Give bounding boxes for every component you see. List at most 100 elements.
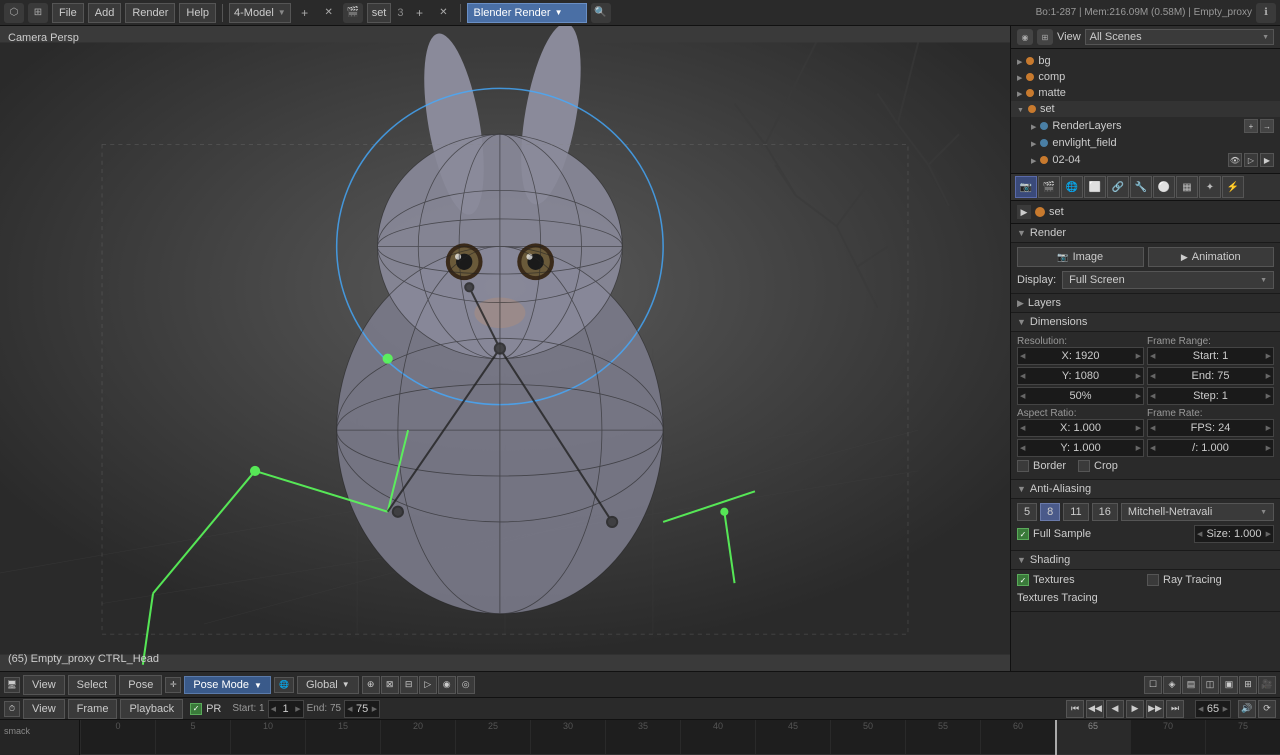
menu-file[interactable]: File: [52, 3, 84, 23]
pose-menu[interactable]: Pose: [119, 675, 162, 695]
play-last[interactable]: ⏭: [1166, 700, 1184, 718]
fps-ratio-field[interactable]: /: 1.000: [1147, 439, 1274, 457]
scene-arrow[interactable]: ▶: [1017, 205, 1031, 219]
render-icon[interactable]: 🔍: [591, 3, 611, 23]
fps-field[interactable]: FPS: 24: [1147, 419, 1274, 437]
layers-section-header[interactable]: ▶ Layers: [1011, 294, 1280, 313]
prop-texture-icon[interactable]: ▦: [1176, 176, 1198, 198]
view-menu[interactable]: View: [23, 675, 65, 695]
play-back[interactable]: ◀: [1106, 700, 1124, 718]
start-num[interactable]: 1: [268, 700, 304, 718]
0204-render[interactable]: ▶: [1260, 153, 1274, 167]
border-checkbox[interactable]: [1017, 460, 1029, 472]
overlay-btn6[interactable]: ⊞: [1239, 676, 1257, 694]
transform-icon[interactable]: ✛: [165, 677, 181, 693]
info-icon[interactable]: ℹ: [1256, 3, 1276, 23]
prop-physics-icon[interactable]: ⚡: [1222, 176, 1244, 198]
scene-view-icon[interactable]: ◉: [1017, 29, 1033, 45]
timeline-playback-menu[interactable]: Playback: [120, 699, 183, 719]
scenes-dropdown[interactable]: All Scenes ▼: [1085, 29, 1274, 45]
snap-btn2[interactable]: ⊠: [381, 676, 399, 694]
aa-8[interactable]: 8: [1040, 503, 1060, 521]
snap-btn4[interactable]: ▷: [419, 676, 437, 694]
animation-btn[interactable]: ▶ Animation: [1148, 247, 1275, 267]
scene-item-matte[interactable]: matte: [1011, 85, 1280, 101]
aa-5[interactable]: 5: [1017, 503, 1037, 521]
snap-btn6[interactable]: ◎: [457, 676, 475, 694]
render-section-header[interactable]: ▼ Render: [1011, 224, 1280, 243]
menu-help[interactable]: Help: [179, 3, 216, 23]
pose-mode-select[interactable]: Pose Mode ▼: [184, 676, 271, 694]
blender-logo[interactable]: ⬡: [4, 3, 24, 23]
aa-filter-select[interactable]: Mitchell-Netravali: [1121, 503, 1274, 521]
image-btn[interactable]: 📷 Image: [1017, 247, 1144, 267]
orientation-select[interactable]: Global ▼: [297, 676, 359, 694]
prop-scene-icon[interactable]: 🎬: [1038, 176, 1060, 198]
renderlayers-btn1[interactable]: +: [1244, 119, 1258, 133]
play-next[interactable]: ▶▶: [1146, 700, 1164, 718]
scene-icon[interactable]: 🎬: [343, 3, 363, 23]
add-scene[interactable]: +: [410, 3, 430, 23]
aspect-y-field[interactable]: Y: 1.000: [1017, 439, 1144, 457]
pr-checkbox[interactable]: [190, 703, 202, 715]
remove-screen[interactable]: ✕: [319, 3, 339, 23]
size-field[interactable]: Size: 1.000: [1194, 525, 1274, 543]
aa-section-header[interactable]: ▼ Anti-Aliasing: [1011, 480, 1280, 499]
res-pct-field[interactable]: 50%: [1017, 387, 1144, 405]
viewport[interactable]: Camera Persp (65) Empty_proxy CTRL_Head: [0, 26, 1010, 671]
snap-btn5[interactable]: ◉: [438, 676, 456, 694]
scene-item-envlight[interactable]: envlight_field: [1011, 135, 1280, 151]
prop-object-icon[interactable]: ⬜: [1084, 176, 1106, 198]
menu-render[interactable]: Render: [125, 3, 175, 23]
0204-eye[interactable]: 👁: [1228, 153, 1242, 167]
remove-scene[interactable]: ✕: [434, 3, 454, 23]
display-select[interactable]: Full Screen: [1062, 271, 1274, 289]
end-num[interactable]: 75: [344, 700, 380, 718]
scene-item-0204[interactable]: 02-04 👁 ▷ ▶: [1011, 151, 1280, 169]
current-frame[interactable]: 65: [1195, 700, 1231, 718]
step-field[interactable]: Step: 1: [1147, 387, 1274, 405]
res-x-field[interactable]: X: 1920: [1017, 347, 1144, 365]
res-y-field[interactable]: Y: 1080: [1017, 367, 1144, 385]
prop-render-icon[interactable]: 📷: [1015, 176, 1037, 198]
play-first[interactable]: ⏮: [1066, 700, 1084, 718]
timeline-type-icon[interactable]: ⏱: [4, 701, 20, 717]
prop-particles-icon[interactable]: ✦: [1199, 176, 1221, 198]
audio-btn[interactable]: 🔊: [1238, 700, 1256, 718]
aspect-x-field[interactable]: X: 1.000: [1017, 419, 1144, 437]
overlay-btn2[interactable]: ◈: [1163, 676, 1181, 694]
add-screen[interactable]: +: [295, 3, 315, 23]
aa-11[interactable]: 11: [1063, 503, 1088, 521]
renderlayers-btn2[interactable]: →: [1260, 119, 1274, 133]
prop-world-icon[interactable]: 🌐: [1061, 176, 1083, 198]
textures-checkbox[interactable]: [1017, 574, 1029, 586]
play-prev[interactable]: ◀◀: [1086, 700, 1104, 718]
scene-item-bg[interactable]: bg: [1011, 53, 1280, 69]
scene-name[interactable]: set: [367, 3, 392, 23]
snap-btn3[interactable]: ⊟: [400, 676, 418, 694]
overlay-btn4[interactable]: ◫: [1201, 676, 1219, 694]
select-menu[interactable]: Select: [68, 675, 117, 695]
crop-checkbox[interactable]: [1078, 460, 1090, 472]
dimensions-section-header[interactable]: ▼ Dimensions: [1011, 313, 1280, 332]
timeline-ruler-area[interactable]: 0 5 10 15 20 25 30 35 40 45 50 55 60 65 …: [80, 720, 1280, 755]
screen-selector[interactable]: 4-Model ▼: [229, 3, 291, 23]
scene-item-renderlayers[interactable]: RenderLayers + →: [1011, 117, 1280, 135]
timeline-view-menu[interactable]: View: [23, 699, 65, 719]
render-engine-select[interactable]: Blender Render ▼: [467, 3, 587, 23]
menu-add[interactable]: Add: [88, 3, 122, 23]
sync-btn[interactable]: ⟳: [1258, 700, 1276, 718]
full-sample-checkbox[interactable]: [1017, 528, 1029, 540]
prop-constraint-icon[interactable]: 🔗: [1107, 176, 1129, 198]
global-icon[interactable]: 🌐: [274, 677, 294, 693]
prop-material-icon[interactable]: ⚪: [1153, 176, 1175, 198]
snap-btn1[interactable]: ⊕: [362, 676, 380, 694]
0204-select[interactable]: ▷: [1244, 153, 1258, 167]
overlay-btn7[interactable]: 🎥: [1258, 676, 1276, 694]
scene-expand-icon[interactable]: ⊞: [1037, 29, 1053, 45]
aa-16[interactable]: 16: [1092, 503, 1118, 521]
shading-section-header[interactable]: ▼ Shading: [1011, 551, 1280, 570]
play-fwd[interactable]: ▶: [1126, 700, 1144, 718]
scene-item-set[interactable]: set: [1011, 101, 1280, 117]
start-field[interactable]: Start: 1: [1147, 347, 1274, 365]
